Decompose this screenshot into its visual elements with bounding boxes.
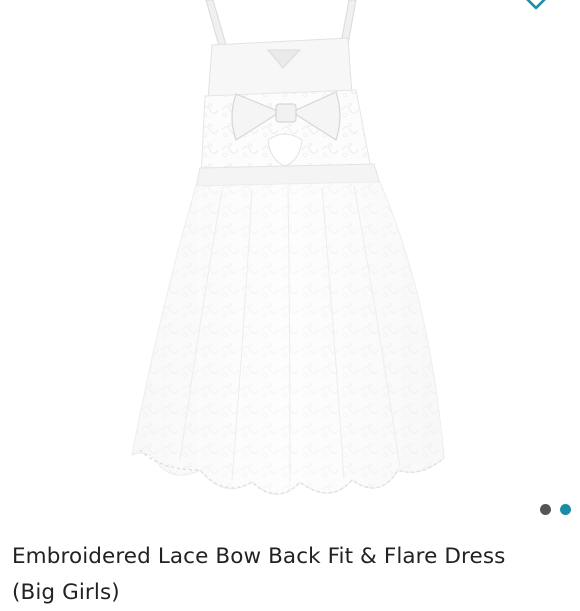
heart-icon[interactable] — [516, 0, 556, 14]
product-title-line1: Embroidered Lace Bow Back Fit & Flare Dr… — [12, 544, 506, 569]
product-title-line2: (Big Girls) — [12, 580, 120, 605]
carousel-dot[interactable] — [540, 503, 551, 515]
product-image[interactable] — [0, 0, 580, 530]
product-image-area[interactable] — [0, 0, 580, 530]
carousel-indicator — [540, 503, 571, 515]
bow-knot — [275, 103, 297, 123]
product-title: Embroidered Lace Bow Back Fit & Flare Dr… — [12, 539, 580, 611]
carousel-dot-active[interactable] — [560, 503, 571, 515]
